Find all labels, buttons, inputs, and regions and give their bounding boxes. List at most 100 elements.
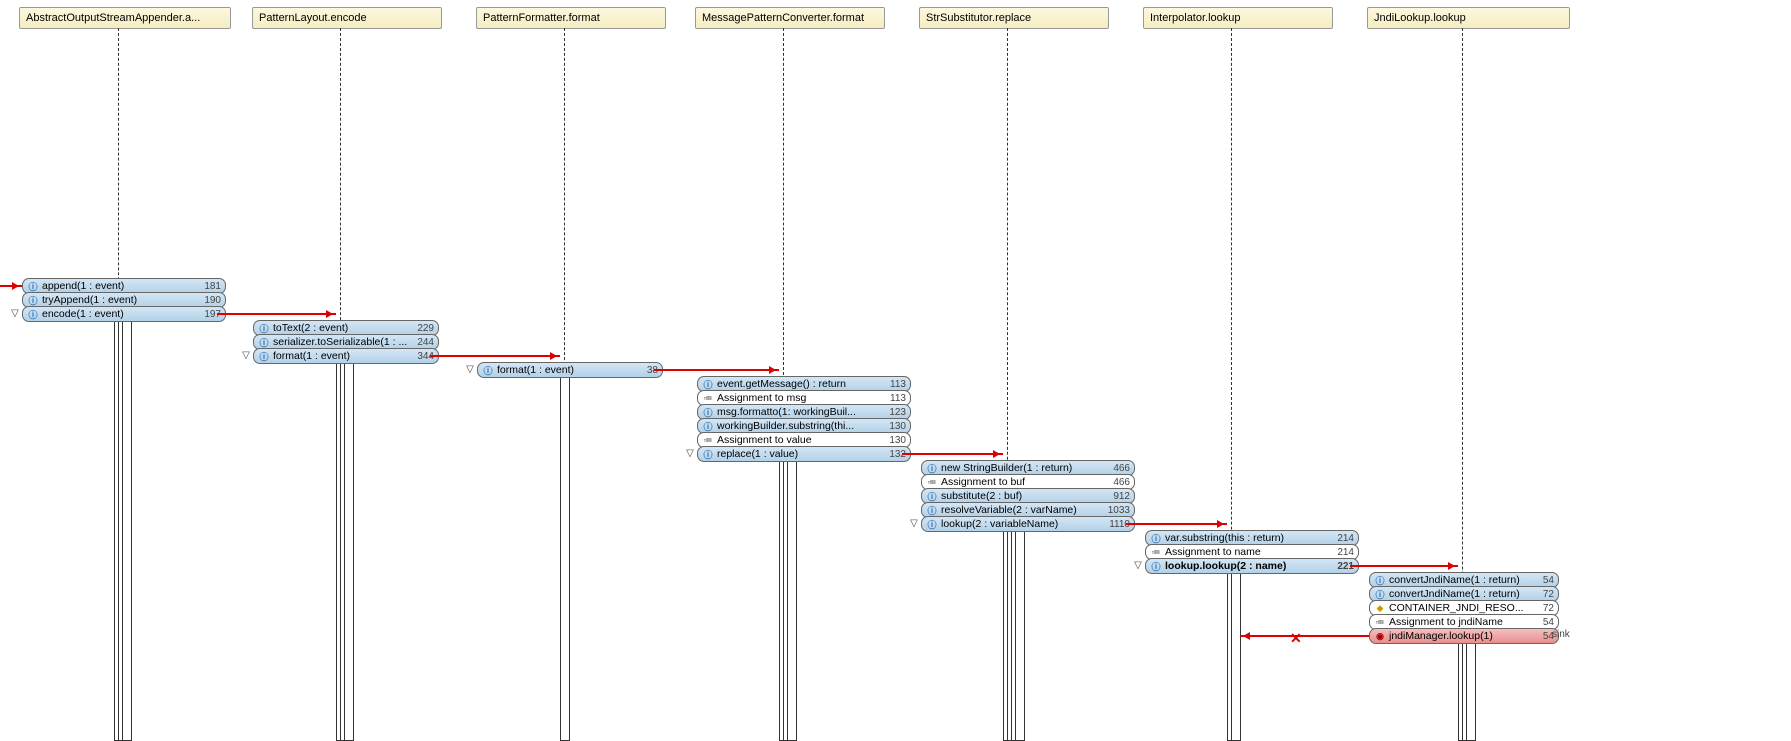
activation-bar [1231, 559, 1241, 741]
message-label: lookup(2 : variableName) [941, 518, 1058, 530]
line-number: 244 [411, 337, 434, 348]
line-number: 113 [884, 393, 906, 404]
activation-bar [1466, 629, 1476, 741]
method-call-icon: ⓘ [702, 421, 714, 431]
line-number: 72 [1537, 603, 1554, 614]
lane-header[interactable]: JndiLookup.lookup [1367, 7, 1570, 29]
method-call-icon: ⓘ [1150, 533, 1162, 543]
message-label: lookup.lookup(2 : name) [1165, 560, 1286, 572]
activation-bar [122, 307, 132, 741]
method-call-icon: ⓘ [926, 491, 938, 501]
constant-icon: ◆ [1374, 603, 1386, 613]
line-number: 181 [198, 281, 221, 292]
call-arrow [902, 453, 1003, 455]
line-number: 1033 [1102, 505, 1130, 516]
message-row[interactable]: ⓘformat(1 : event)38 [477, 362, 663, 378]
lane-header[interactable]: AbstractOutputStreamAppender.a... [19, 7, 231, 29]
method-call-icon: ⓘ [258, 351, 270, 361]
method-call-icon: ⓘ [1374, 575, 1386, 585]
line-number: 123 [883, 407, 906, 418]
method-call-icon: ⓘ [926, 519, 938, 529]
assignment-icon: ≔ [1150, 547, 1162, 557]
message-label: format(1 : event) [497, 364, 574, 376]
call-arrow [217, 313, 336, 315]
message-label: workingBuilder.substring(thi... [717, 420, 854, 432]
message-row[interactable]: ⓘlookup(2 : variableName)1110 [921, 516, 1135, 532]
message-label: serializer.toSerializable(1 : ... [273, 336, 407, 348]
message-row[interactable]: ⓘlookup.lookup(2 : name)221 [1145, 558, 1359, 574]
method-call-icon: ⓘ [1150, 561, 1162, 571]
line-number: 214 [1331, 547, 1354, 558]
method-call-icon: ⓘ [702, 379, 714, 389]
assignment-icon: ≔ [702, 393, 714, 403]
expand-toggle-icon[interactable]: ▽ [909, 518, 919, 528]
message-label: convertJndiName(1 : return) [1389, 588, 1520, 600]
line-number: 214 [1331, 533, 1354, 544]
message-label: CONTAINER_JNDI_RESO... [1389, 602, 1524, 614]
call-arrow [1126, 523, 1227, 525]
message-row[interactable]: ⓘencode(1 : event)197 [22, 306, 226, 322]
message-label: format(1 : event) [273, 350, 350, 362]
expand-toggle-icon[interactable]: ▽ [241, 350, 251, 360]
call-arrow [430, 355, 560, 357]
line-number: 72 [1537, 589, 1554, 600]
message-label: toText(2 : event) [273, 322, 348, 334]
line-number: 912 [1107, 491, 1130, 502]
message-label: append(1 : event) [42, 280, 124, 292]
activation-bar [1015, 517, 1025, 741]
lane-header[interactable]: StrSubstitutor.replace [919, 7, 1109, 29]
method-call-icon: ⓘ [258, 337, 270, 347]
line-number: 229 [411, 323, 434, 334]
message-label: resolveVariable(2 : varName) [941, 504, 1077, 516]
call-arrow [654, 369, 779, 371]
expand-toggle-icon[interactable]: ▽ [465, 364, 475, 374]
method-call-icon: ⓘ [926, 463, 938, 473]
method-call-icon: ⓘ [27, 295, 39, 305]
call-arrow [1350, 565, 1458, 567]
line-number: 130 [883, 435, 906, 446]
lane-header[interactable]: PatternLayout.encode [252, 7, 442, 29]
assignment-icon: ≔ [702, 435, 714, 445]
activation-bar [344, 349, 354, 741]
lane-header[interactable]: PatternFormatter.format [476, 7, 666, 29]
sink-label: sink [1552, 629, 1570, 640]
message-row[interactable]: ◉jndiManager.lookup(1)54 [1369, 628, 1559, 644]
message-label: var.substring(this : return) [1165, 532, 1284, 544]
call-arrow [1240, 635, 1369, 637]
message-label: replace(1 : value) [717, 448, 798, 460]
method-call-icon: ⓘ [27, 309, 39, 319]
message-label: event.getMessage() : return [717, 378, 846, 390]
activation-bar [787, 447, 797, 741]
message-label: convertJndiName(1 : return) [1389, 574, 1520, 586]
method-call-icon: ⓘ [27, 281, 39, 291]
line-number: 113 [884, 379, 906, 390]
method-call-icon: ⓘ [258, 323, 270, 333]
assignment-icon: ≔ [926, 477, 938, 487]
message-label: Assignment to buf [941, 476, 1025, 488]
message-label: new StringBuilder(1 : return) [941, 462, 1072, 474]
message-label: msg.formatto(1: workingBuil... [717, 406, 856, 418]
line-number: 54 [1537, 575, 1554, 586]
expand-toggle-icon[interactable]: ▽ [685, 448, 695, 458]
message-label: Assignment to msg [717, 392, 806, 404]
method-call-icon: ⓘ [926, 505, 938, 515]
lane-header[interactable]: Interpolator.lookup [1143, 7, 1333, 29]
message-label: substitute(2 : buf) [941, 490, 1022, 502]
message-row[interactable]: ⓘreplace(1 : value)132 [697, 446, 911, 462]
method-call-icon: ⓘ [1374, 589, 1386, 599]
method-call-icon: ⓘ [702, 449, 714, 459]
message-label: jndiManager.lookup(1) [1389, 630, 1493, 642]
sink-icon: ◉ [1374, 631, 1386, 641]
expand-toggle-icon[interactable]: ▽ [1133, 560, 1143, 570]
line-number: 466 [1107, 477, 1130, 488]
message-label: encode(1 : event) [42, 308, 124, 320]
line-number: 466 [1107, 463, 1130, 474]
call-arrow [0, 285, 22, 287]
message-label: Assignment to jndiName [1389, 616, 1503, 628]
terminate-icon: ✕ [1290, 630, 1302, 647]
line-number: 190 [198, 295, 221, 306]
lane-header[interactable]: MessagePatternConverter.format [695, 7, 885, 29]
message-row[interactable]: ⓘformat(1 : event)344 [253, 348, 439, 364]
expand-toggle-icon[interactable]: ▽ [10, 308, 20, 318]
message-label: Assignment to name [1165, 546, 1261, 558]
